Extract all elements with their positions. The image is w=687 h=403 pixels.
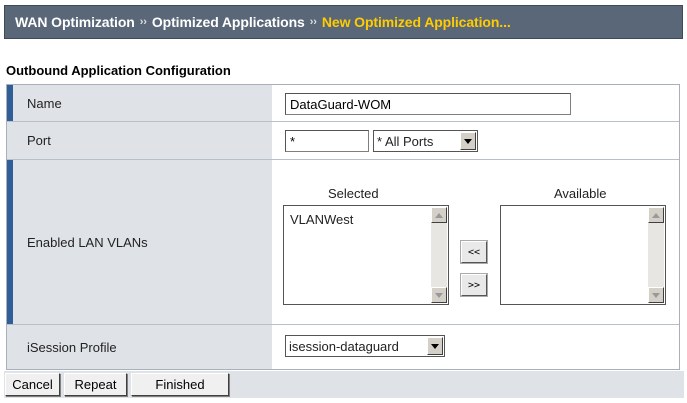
move-right-button[interactable]: >>: [461, 274, 487, 296]
repeat-button[interactable]: Repeat: [64, 373, 127, 396]
application-config-form: Name DataGuard-WOM Port * * All Ports En…: [6, 84, 680, 370]
isession-label: iSession Profile: [7, 325, 272, 369]
scrollbar[interactable]: [431, 207, 447, 303]
breadcrumb-item-wan-optimization[interactable]: WAN Optimization: [15, 14, 135, 30]
port-label: Port: [7, 122, 272, 159]
name-input[interactable]: DataGuard-WOM: [285, 93, 571, 115]
list-item[interactable]: VLANWest: [290, 212, 353, 227]
scroll-down-icon[interactable]: [648, 287, 664, 303]
isession-value-cell: isession-dataguard: [272, 325, 679, 369]
move-left-button[interactable]: <<: [461, 241, 487, 263]
action-bar: Cancel Repeat Finished: [4, 371, 684, 398]
name-row: Name DataGuard-WOM: [7, 85, 679, 121]
cancel-button[interactable]: Cancel: [5, 373, 60, 396]
port-value-cell: * * All Ports: [272, 122, 679, 159]
chevron-down-icon[interactable]: [427, 337, 443, 355]
selected-vlans-list[interactable]: VLANWest: [283, 205, 449, 305]
scrollbar[interactable]: [648, 207, 664, 303]
breadcrumb-separator: ››: [139, 16, 147, 28]
breadcrumb: WAN Optimization ›› Optimized Applicatio…: [4, 5, 683, 39]
vlans-row: Enabled LAN VLANs Selected Available VLA…: [7, 160, 679, 324]
port-row: Port * * All Ports: [7, 122, 679, 159]
breadcrumb-item-current: New Optimized Application...: [321, 14, 511, 30]
section-title: Outbound Application Configuration: [6, 63, 231, 78]
isession-select-value: isession-dataguard: [289, 338, 399, 354]
port-input[interactable]: *: [285, 130, 369, 152]
name-value-cell: DataGuard-WOM: [272, 85, 679, 121]
scroll-down-icon[interactable]: [431, 287, 447, 303]
chevron-down-icon[interactable]: [460, 132, 476, 150]
isession-row: iSession Profile isession-dataguard: [7, 325, 679, 369]
vlans-value-cell: Selected Available VLANWest << >>: [272, 160, 679, 324]
breadcrumb-item-optimized-applications[interactable]: Optimized Applications: [152, 14, 305, 30]
available-vlans-list[interactable]: [500, 205, 666, 305]
isession-profile-select[interactable]: isession-dataguard: [285, 335, 445, 357]
scroll-up-icon[interactable]: [648, 207, 664, 223]
port-select[interactable]: * All Ports: [373, 130, 478, 152]
title-bar: WAN Optimization ›› Optimized Applicatio…: [0, 0, 687, 44]
finished-button[interactable]: Finished: [131, 373, 229, 396]
scroll-up-icon[interactable]: [431, 207, 447, 223]
vlans-label: Enabled LAN VLANs: [7, 160, 272, 324]
available-header: Available: [554, 186, 607, 201]
selected-header: Selected: [328, 186, 379, 201]
name-label: Name: [7, 85, 272, 121]
port-select-value: * All Ports: [377, 133, 434, 149]
breadcrumb-separator: ››: [309, 16, 317, 28]
